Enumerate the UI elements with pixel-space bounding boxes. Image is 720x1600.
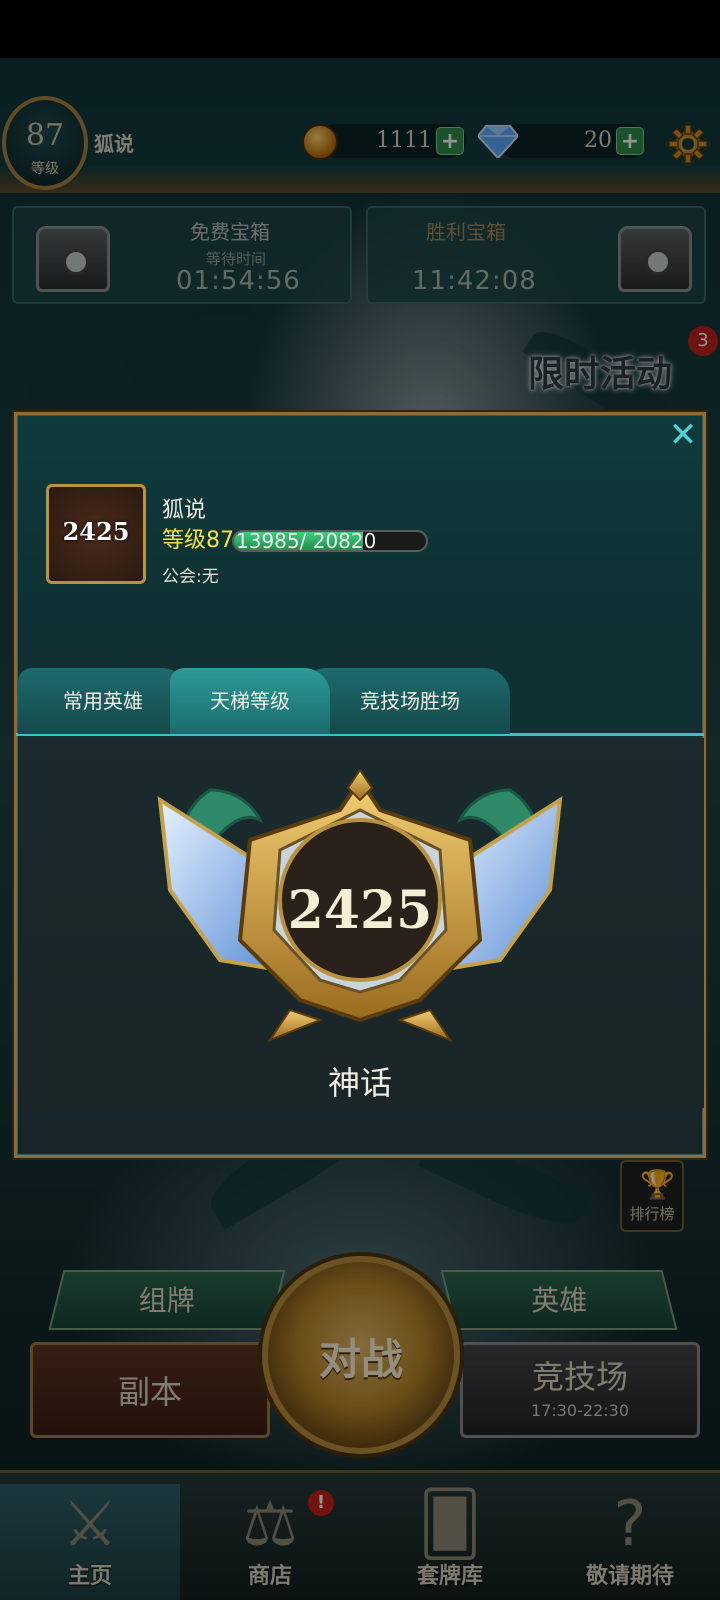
profile-level: 等级87	[162, 528, 234, 553]
ladder-score: 2425	[287, 880, 433, 941]
tab-common-heroes[interactable]: 常用英雄	[18, 668, 188, 734]
profile-player-name: 狐说	[162, 498, 207, 523]
close-icon[interactable]: ✕	[665, 418, 701, 454]
player-avatar: 2425	[46, 484, 146, 584]
ladder-tier-name: 神话	[327, 1064, 392, 1102]
avatar-rank-score: 2425	[62, 517, 130, 546]
tab-ladder-rank[interactable]: 天梯等级	[170, 668, 330, 734]
profile-guild: 公会:无	[162, 567, 219, 587]
status-bar	[0, 0, 720, 58]
xp-progress-text: 13985/ 20820	[236, 529, 377, 553]
tab-arena-wins[interactable]: 竞技场胜场	[310, 668, 510, 734]
